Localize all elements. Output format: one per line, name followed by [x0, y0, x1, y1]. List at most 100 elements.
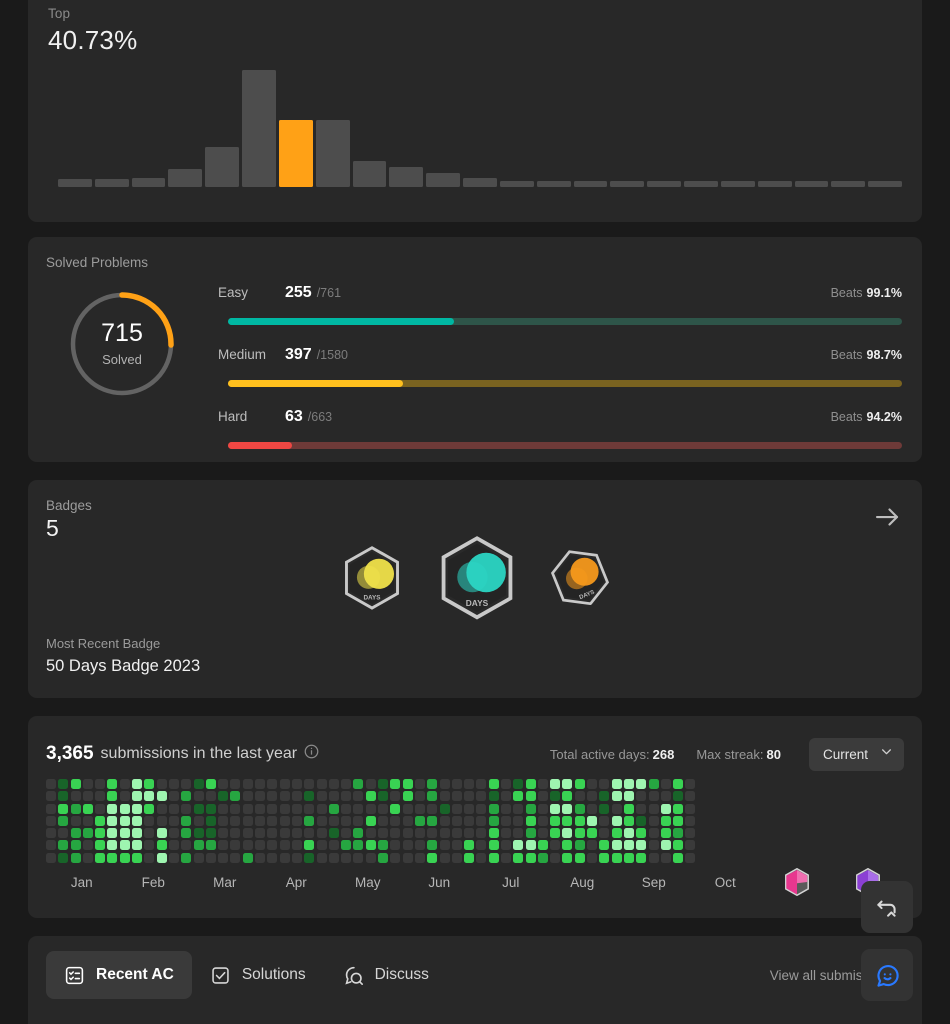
heatmap-day-cell[interactable]	[70, 815, 81, 826]
heatmap-day-cell[interactable]	[537, 828, 548, 839]
heatmap-day-cell[interactable]	[414, 840, 425, 851]
heatmap-day-cell[interactable]	[132, 852, 143, 863]
heatmap-day-cell[interactable]	[623, 840, 634, 851]
heatmap-day-cell[interactable]	[648, 791, 659, 802]
heatmap-day-cell[interactable]	[205, 840, 216, 851]
heatmap-day-cell[interactable]	[599, 852, 610, 863]
heatmap-day-cell[interactable]	[537, 803, 548, 814]
heatmap-day-cell[interactable]	[611, 815, 622, 826]
heatmap-day-cell[interactable]	[168, 840, 179, 851]
heatmap-day-cell[interactable]	[365, 803, 376, 814]
heatmap-day-cell[interactable]	[648, 815, 659, 826]
heatmap-day-cell[interactable]	[365, 815, 376, 826]
heatmap-day-cell[interactable]	[427, 791, 438, 802]
heatmap-day-cell[interactable]	[673, 803, 684, 814]
heatmap-day-cell[interactable]	[451, 779, 462, 789]
heatmap-day-cell[interactable]	[525, 791, 536, 802]
heatmap-day-cell[interactable]	[599, 791, 610, 802]
heatmap-day-cell[interactable]	[156, 852, 167, 863]
heatmap-day-cell[interactable]	[574, 791, 585, 802]
heatmap-day-cell[interactable]	[168, 803, 179, 814]
heatmap-day-cell[interactable]	[550, 791, 561, 802]
badge-item[interactable]: DAYS	[550, 548, 610, 612]
heatmap-day-cell[interactable]	[476, 852, 487, 863]
heatmap-day-cell[interactable]	[414, 803, 425, 814]
heatmap-day-cell[interactable]	[500, 803, 511, 814]
heatmap-day-cell[interactable]	[70, 779, 81, 789]
heatmap-day-cell[interactable]	[46, 803, 56, 814]
heatmap-day-cell[interactable]	[636, 791, 647, 802]
heatmap-day-cell[interactable]	[144, 840, 155, 851]
heatmap-day-cell[interactable]	[562, 840, 573, 851]
heatmap-day-cell[interactable]	[562, 815, 573, 826]
heatmap-day-cell[interactable]	[328, 815, 339, 826]
heatmap-day-cell[interactable]	[82, 791, 93, 802]
heatmap-day-cell[interactable]	[58, 852, 69, 863]
heatmap-day-cell[interactable]	[378, 815, 389, 826]
heatmap-day-cell[interactable]	[525, 779, 536, 789]
heatmap-day-cell[interactable]	[279, 779, 290, 789]
heatmap-day-cell[interactable]	[353, 791, 364, 802]
heatmap-day-cell[interactable]	[587, 803, 598, 814]
heatmap-day-cell[interactable]	[414, 791, 425, 802]
heatmap-day-cell[interactable]	[353, 779, 364, 789]
heatmap-day-cell[interactable]	[451, 852, 462, 863]
heatmap-day-cell[interactable]	[341, 852, 352, 863]
heatmap-day-cell[interactable]	[574, 852, 585, 863]
heatmap-day-cell[interactable]	[70, 840, 81, 851]
heatmap-day-cell[interactable]	[46, 840, 56, 851]
heatmap-day-cell[interactable]	[623, 852, 634, 863]
heatmap-day-cell[interactable]	[660, 779, 671, 789]
heatmap-day-cell[interactable]	[414, 852, 425, 863]
heatmap-day-cell[interactable]	[168, 791, 179, 802]
heatmap-day-cell[interactable]	[58, 828, 69, 839]
heatmap-day-cell[interactable]	[181, 779, 192, 789]
heatmap-day-cell[interactable]	[156, 840, 167, 851]
heatmap-day-cell[interactable]	[107, 828, 118, 839]
heatmap-day-cell[interactable]	[488, 779, 499, 789]
heatmap-day-cell[interactable]	[58, 779, 69, 789]
heatmap-day-cell[interactable]	[513, 803, 524, 814]
heatmap-day-cell[interactable]	[193, 779, 204, 789]
heatmap-day-cell[interactable]	[353, 815, 364, 826]
heatmap-day-cell[interactable]	[390, 815, 401, 826]
heatmap-day-cell[interactable]	[70, 852, 81, 863]
heatmap-day-cell[interactable]	[218, 803, 229, 814]
heatmap-day-cell[interactable]	[439, 828, 450, 839]
heatmap-day-cell[interactable]	[365, 840, 376, 851]
heatmap-day-cell[interactable]	[488, 803, 499, 814]
heatmap-day-cell[interactable]	[378, 791, 389, 802]
heatmap-day-cell[interactable]	[390, 852, 401, 863]
heatmap-day-cell[interactable]	[70, 828, 81, 839]
heatmap-day-cell[interactable]	[525, 803, 536, 814]
heatmap-day-cell[interactable]	[636, 803, 647, 814]
heatmap-day-cell[interactable]	[550, 828, 561, 839]
heatmap-day-cell[interactable]	[119, 791, 130, 802]
heatmap-day-cell[interactable]	[205, 828, 216, 839]
heatmap-day-cell[interactable]	[230, 828, 241, 839]
heatmap-day-cell[interactable]	[107, 791, 118, 802]
heatmap-day-cell[interactable]	[156, 803, 167, 814]
heatmap-day-cell[interactable]	[70, 803, 81, 814]
heatmap-day-cell[interactable]	[46, 779, 56, 789]
heatmap-day-cell[interactable]	[390, 803, 401, 814]
heatmap-day-cell[interactable]	[525, 852, 536, 863]
heatmap-day-cell[interactable]	[451, 803, 462, 814]
heatmap-day-cell[interactable]	[119, 803, 130, 814]
heatmap-day-cell[interactable]	[255, 791, 266, 802]
heatmap-day-cell[interactable]	[414, 828, 425, 839]
heatmap-day-cell[interactable]	[156, 815, 167, 826]
heatmap-day-cell[interactable]	[230, 815, 241, 826]
heatmap-day-cell[interactable]	[46, 791, 56, 802]
heatmap-day-cell[interactable]	[242, 852, 253, 863]
heatmap-day-cell[interactable]	[562, 779, 573, 789]
heatmap-day-cell[interactable]	[378, 852, 389, 863]
heatmap-day-cell[interactable]	[341, 791, 352, 802]
heatmap-day-cell[interactable]	[205, 815, 216, 826]
heatmap-day-cell[interactable]	[464, 828, 475, 839]
heatmap-day-cell[interactable]	[193, 840, 204, 851]
heatmap-day-cell[interactable]	[328, 840, 339, 851]
heatmap-day-cell[interactable]	[95, 815, 106, 826]
heatmap-day-cell[interactable]	[550, 852, 561, 863]
heatmap-day-cell[interactable]	[587, 779, 598, 789]
